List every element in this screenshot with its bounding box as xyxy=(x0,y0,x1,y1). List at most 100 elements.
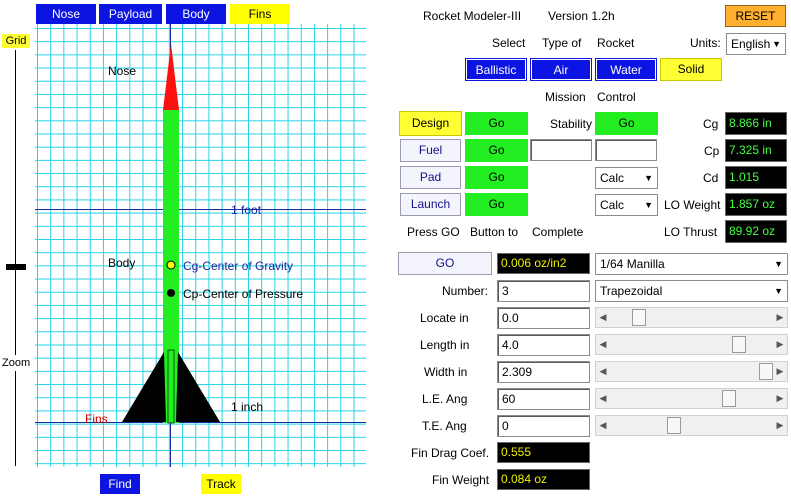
cg-label: Cg-Center of Gravity xyxy=(183,259,294,273)
launch-calc-value: Calc xyxy=(600,198,625,212)
fin-weight-readout: 0.084 oz xyxy=(497,469,590,490)
pad-calc-select[interactable]: Calc ▼ xyxy=(595,167,658,189)
fin-left xyxy=(122,352,166,422)
type-of-word: Type of xyxy=(542,36,582,50)
fuel-status: Go xyxy=(465,139,528,162)
le-angle-label: L.E. Ang xyxy=(422,392,468,406)
stability-status: Go xyxy=(595,112,658,135)
complete-text: Complete xyxy=(532,225,584,239)
app-title: Rocket Modeler-III xyxy=(423,9,522,23)
length-field[interactable]: 4.0 xyxy=(497,334,590,356)
air-button[interactable]: Air xyxy=(530,58,592,81)
tab-nose[interactable]: Nose xyxy=(36,4,96,24)
chevron-down-icon: ▼ xyxy=(774,286,783,296)
design-status: Go xyxy=(465,112,528,135)
select-word: Select xyxy=(492,36,526,50)
left-arrow-icon[interactable]: ◀ xyxy=(596,389,610,408)
tab-body[interactable]: Body xyxy=(166,4,226,24)
grid-button[interactable]: Grid xyxy=(2,34,30,48)
cp-readout: 7.325 in xyxy=(725,139,787,162)
fin-material-value: 1/64 Manilla xyxy=(600,257,665,271)
ballistic-button[interactable]: Ballistic xyxy=(465,58,527,81)
cg-readout-label: Cg xyxy=(703,117,719,131)
fins-label: Fins xyxy=(85,412,108,426)
te-angle-slider[interactable]: ◀ ▶ xyxy=(595,415,788,436)
rocket-drawing xyxy=(122,44,220,424)
fin-number-field[interactable]: 3 xyxy=(497,280,590,302)
zoom-label: Zoom xyxy=(2,357,31,369)
length-label: Length in xyxy=(420,338,470,352)
le-angle-field[interactable]: 60 xyxy=(497,388,590,410)
solid-button[interactable]: Solid xyxy=(660,58,722,81)
left-arrow-icon[interactable]: ◀ xyxy=(596,362,610,381)
track-button[interactable]: Track xyxy=(201,474,241,494)
fuel-field-1[interactable] xyxy=(530,139,592,161)
left-arrow-icon[interactable]: ◀ xyxy=(596,416,610,435)
one-inch-label: 1 inch xyxy=(231,400,264,414)
fin-number-label: Number: xyxy=(442,284,489,298)
body-label: Body xyxy=(108,256,136,270)
cg-marker xyxy=(166,260,176,270)
slider-thumb[interactable] xyxy=(632,309,647,326)
zoom-slider-thumb[interactable] xyxy=(6,264,26,270)
te-angle-field[interactable]: 0 xyxy=(497,415,590,437)
cp-label: Cp-Center of Pressure xyxy=(183,287,304,301)
le-angle-slider[interactable]: ◀ ▶ xyxy=(595,388,788,409)
right-arrow-icon[interactable]: ▶ xyxy=(773,389,787,408)
water-button[interactable]: Water xyxy=(595,58,657,81)
length-slider[interactable]: ◀ ▶ xyxy=(595,334,788,355)
locate-label: Locate in xyxy=(420,311,469,325)
slider-thumb[interactable] xyxy=(732,336,747,353)
lo-weight-label: LO Weight xyxy=(664,198,721,212)
design-button[interactable]: Design xyxy=(399,111,462,136)
pad-button[interactable]: Pad xyxy=(400,166,461,189)
right-arrow-icon[interactable]: ▶ xyxy=(773,335,787,354)
left-arrow-icon[interactable]: ◀ xyxy=(596,308,610,327)
cp-marker xyxy=(167,289,175,297)
width-field[interactable]: 2.309 xyxy=(497,361,590,383)
right-arrow-icon[interactable]: ▶ xyxy=(773,416,787,435)
button-to-text: Button to xyxy=(470,225,519,239)
launch-status: Go xyxy=(465,193,528,216)
app-version: Version 1.2h xyxy=(548,9,615,23)
launch-button[interactable]: Launch xyxy=(400,193,461,216)
tab-fins[interactable]: Fins xyxy=(230,4,290,24)
rocket-word: Rocket xyxy=(597,36,635,50)
fin-shape-value: Trapezoidal xyxy=(600,284,663,298)
units-select[interactable]: English ▼ xyxy=(726,33,786,55)
fin-drag-readout: 0.555 xyxy=(497,442,590,463)
fin-center xyxy=(167,349,175,424)
cd-readout-label: Cd xyxy=(703,171,719,185)
pad-status: Go xyxy=(465,166,528,189)
fuel-button[interactable]: Fuel xyxy=(400,139,461,162)
slider-thumb[interactable] xyxy=(759,363,773,380)
fin-go-button[interactable]: GO xyxy=(398,252,492,275)
locate-field[interactable]: 0.0 xyxy=(497,307,590,329)
left-arrow-icon[interactable]: ◀ xyxy=(596,335,610,354)
nose-cone xyxy=(163,44,179,110)
fuel-field-2[interactable] xyxy=(595,139,657,161)
pad-calc-value: Calc xyxy=(600,171,625,185)
zoom-slider-track[interactable] xyxy=(15,50,16,355)
slider-thumb[interactable] xyxy=(721,390,736,407)
reset-button[interactable]: RESET xyxy=(725,5,786,27)
slider-thumb[interactable] xyxy=(666,417,681,434)
locate-slider[interactable]: ◀ ▶ xyxy=(595,307,788,328)
fin-shape-select[interactable]: Trapezoidal ▼ xyxy=(595,280,788,302)
chevron-down-icon: ▼ xyxy=(772,39,781,49)
control-word: Control xyxy=(597,90,636,104)
width-slider[interactable]: ◀ ▶ xyxy=(595,361,788,382)
fin-density-readout: 0.006 oz/in2 xyxy=(497,253,590,274)
tab-payload[interactable]: Payload xyxy=(99,4,162,24)
rocket-view-canvas[interactable]: Nose Body Fins 1 foot 1 inch Cg-Center o… xyxy=(35,24,366,467)
lo-thrust-label: LO Thrust xyxy=(664,225,718,239)
right-arrow-icon[interactable]: ▶ xyxy=(773,308,787,327)
units-value: English xyxy=(731,37,771,51)
chevron-down-icon: ▼ xyxy=(644,200,653,210)
find-button[interactable]: Find xyxy=(100,474,140,494)
units-label: Units: xyxy=(690,36,721,50)
fin-material-select[interactable]: 1/64 Manilla ▼ xyxy=(595,253,788,275)
right-arrow-icon[interactable]: ▶ xyxy=(773,362,787,381)
width-label: Width in xyxy=(424,365,468,379)
launch-calc-select[interactable]: Calc ▼ xyxy=(595,194,658,216)
